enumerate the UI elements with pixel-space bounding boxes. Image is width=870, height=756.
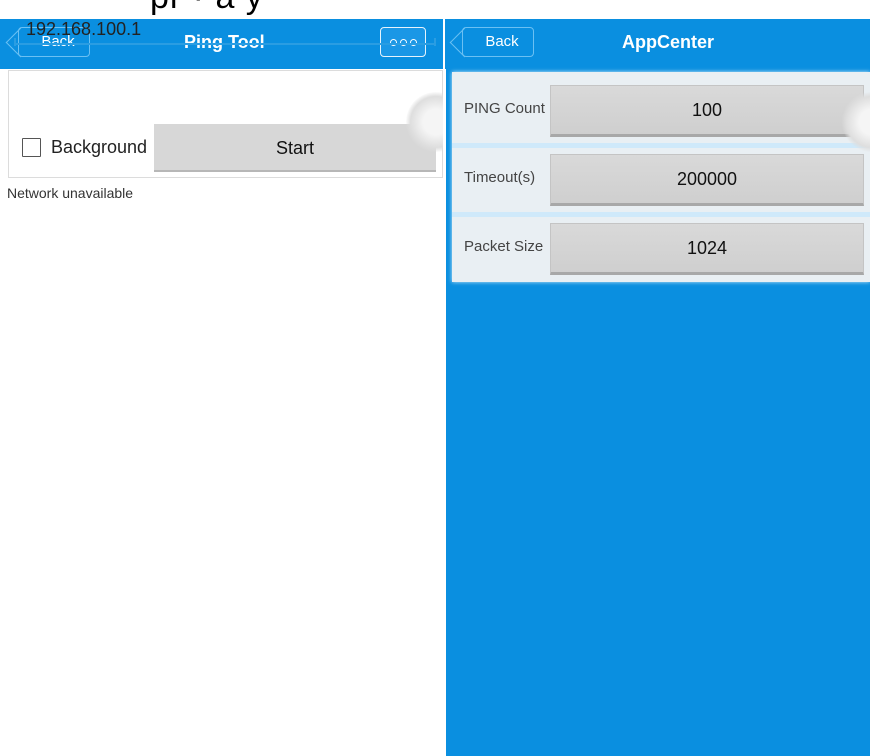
ping-count-field[interactable]: 100 — [550, 85, 864, 137]
timeout-label: Timeout(s) — [464, 169, 536, 186]
appcenter-header: Back AppCenter — [445, 19, 870, 69]
ping-count-label: PING Count — [464, 100, 545, 117]
start-button[interactable]: Start — [154, 124, 436, 172]
input-underline-tick — [14, 38, 16, 46]
background-label: Background — [51, 137, 148, 157]
settings-row-packet-size: Packet Size 1024 — [452, 215, 870, 279]
input-underline-tick — [434, 38, 436, 46]
network-status-text: Network unavailable — [7, 185, 134, 201]
back-button[interactable]: Back — [462, 27, 534, 57]
ip-address-input[interactable] — [14, 15, 434, 45]
packet-size-label: Packet Size — [464, 238, 544, 255]
page-title: AppCenter — [622, 32, 715, 52]
settings-row-timeout: Timeout(s) 200000 — [452, 146, 870, 210]
packet-size-field[interactable]: 1024 — [550, 223, 864, 275]
background-checkbox[interactable] — [22, 138, 41, 157]
settings-row-ping-count: PING Count 100 — [452, 77, 870, 141]
timeout-field[interactable]: 200000 — [550, 154, 864, 206]
